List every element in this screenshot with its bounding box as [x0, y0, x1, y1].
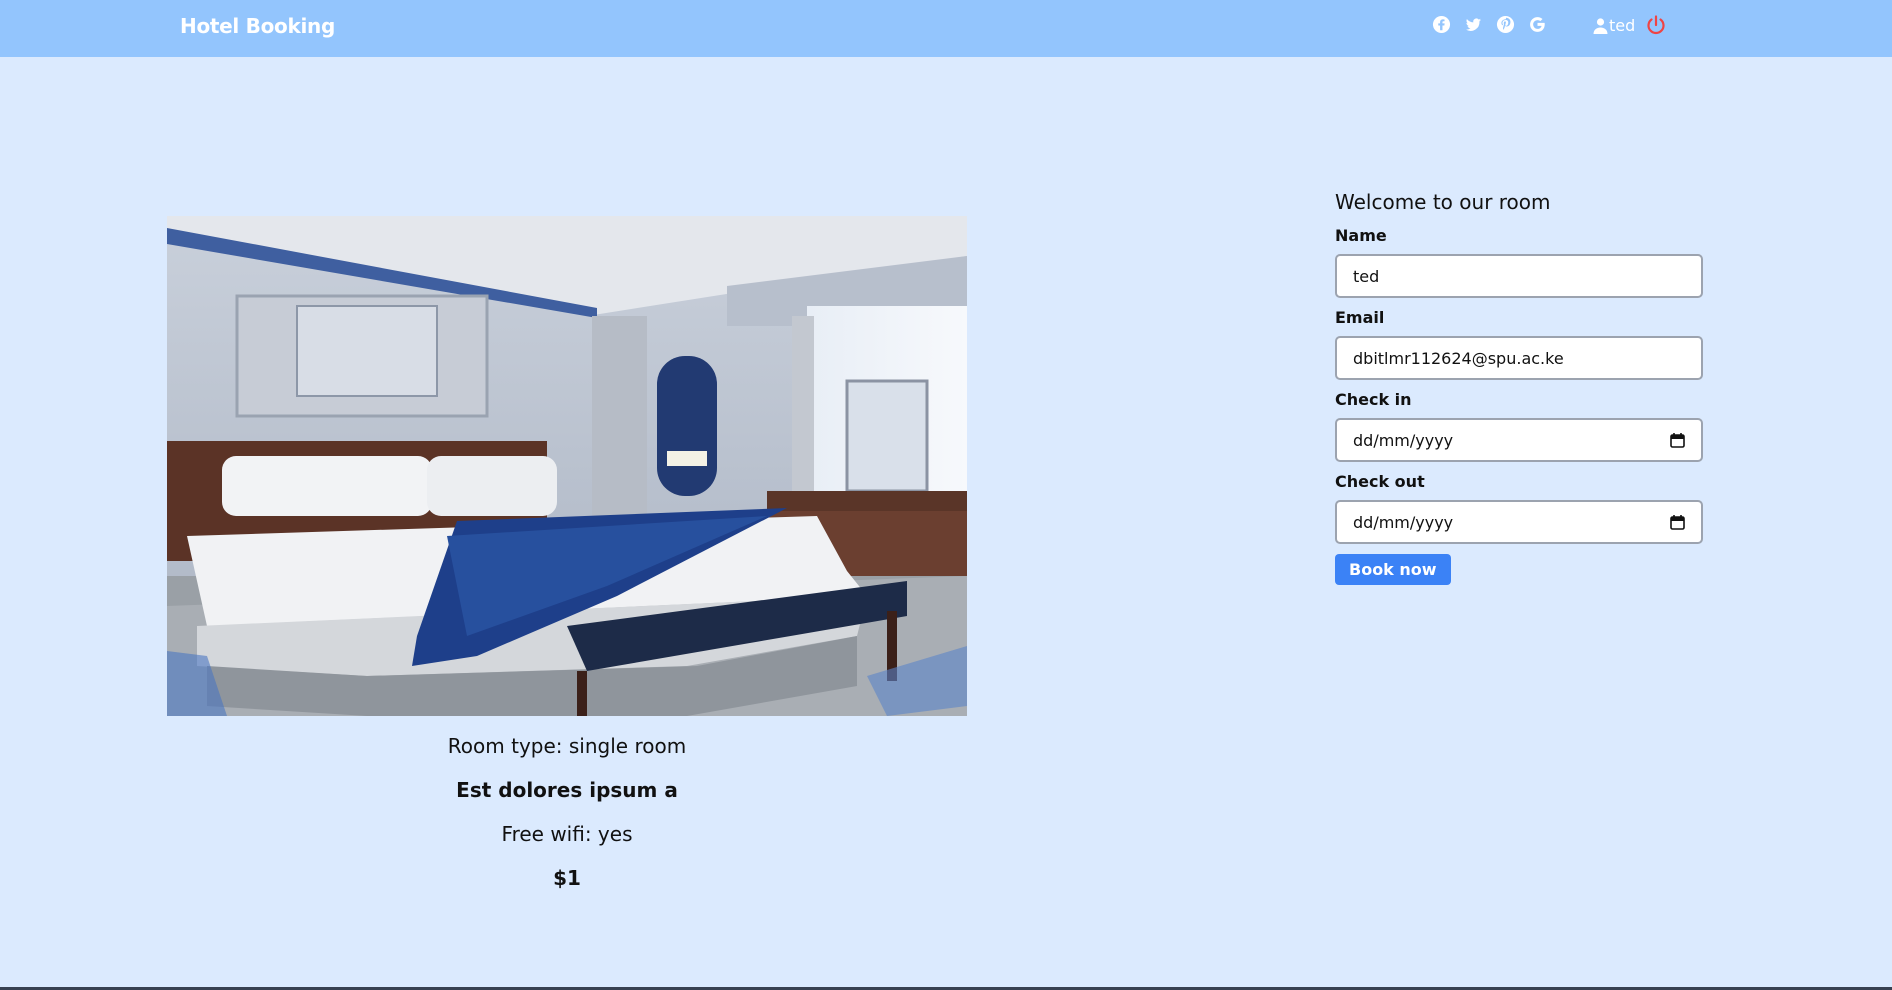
social-links	[1432, 15, 1547, 34]
google-icon[interactable]	[1528, 15, 1547, 34]
logout-power-icon[interactable]	[1645, 14, 1667, 36]
checkin-field[interactable]: dd/mm/yyyy	[1335, 418, 1703, 462]
user-icon	[1593, 17, 1608, 34]
navbar: Hotel Booking ted	[0, 0, 1892, 57]
checkout-label: Check out	[1335, 472, 1425, 491]
booking-form: Welcome to our room Name Email Check in …	[1335, 190, 1703, 585]
calendar-icon[interactable]	[1670, 515, 1685, 530]
name-label: Name	[1335, 226, 1387, 245]
room-wifi: Free wifi: yes	[501, 822, 633, 846]
name-input[interactable]	[1353, 266, 1685, 286]
email-input[interactable]	[1353, 348, 1685, 368]
form-title: Welcome to our room	[1335, 190, 1551, 214]
checkin-label: Check in	[1335, 390, 1412, 409]
room-photo	[167, 216, 967, 716]
book-now-button[interactable]: Book now	[1335, 554, 1451, 585]
checkin-input[interactable]: dd/mm/yyyy	[1353, 431, 1453, 450]
checkout-field[interactable]: dd/mm/yyyy	[1335, 500, 1703, 544]
email-label: Email	[1335, 308, 1385, 327]
calendar-icon[interactable]	[1670, 433, 1685, 448]
facebook-icon[interactable]	[1432, 15, 1451, 34]
room-name: Est dolores ipsum a	[456, 778, 678, 802]
user-menu[interactable]: ted	[1593, 16, 1635, 35]
name-field[interactable]	[1335, 254, 1703, 298]
pinterest-icon[interactable]	[1496, 15, 1515, 34]
checkout-input[interactable]: dd/mm/yyyy	[1353, 513, 1453, 532]
user-name: ted	[1609, 16, 1636, 35]
room-type: Room type: single room	[447, 734, 687, 758]
twitter-icon[interactable]	[1464, 15, 1483, 34]
brand-logo[interactable]: Hotel Booking	[180, 14, 335, 38]
room-price: $1	[553, 866, 581, 890]
email-field[interactable]	[1335, 336, 1703, 380]
